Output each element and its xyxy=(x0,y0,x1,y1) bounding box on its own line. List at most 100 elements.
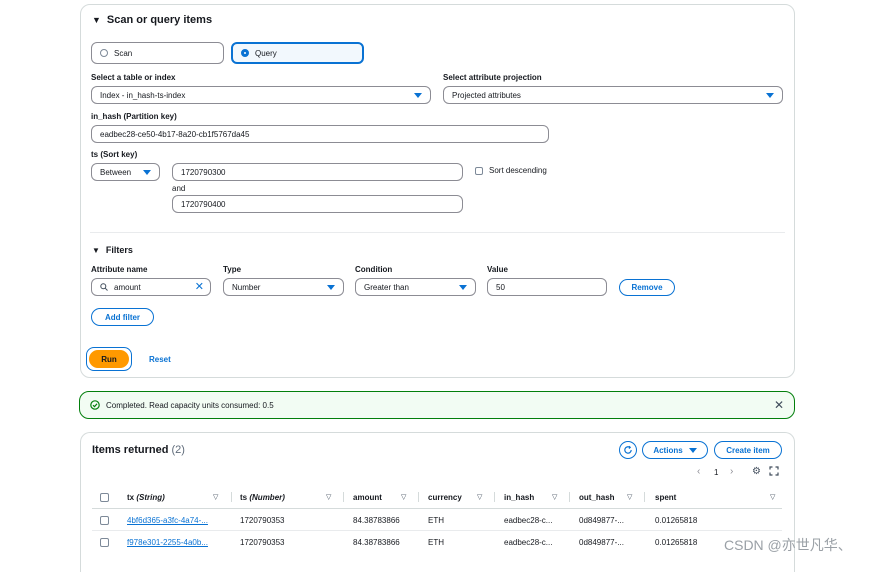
clear-icon[interactable]: ✕ xyxy=(195,282,204,293)
table-cell-out-hash: 0d849877-... xyxy=(579,538,624,547)
table-select-label: Select a table or index xyxy=(91,73,176,82)
fullscreen-icon[interactable] xyxy=(769,466,779,476)
table-select-value: Index - in_hash-ts-index xyxy=(100,90,186,100)
table-cell-tx[interactable]: f978e301-2255-4a0b... xyxy=(127,538,208,547)
column-separator[interactable] xyxy=(644,492,645,502)
next-page-icon[interactable]: › xyxy=(730,466,733,477)
actions-label: Actions xyxy=(653,445,683,455)
sort-descending-label: Sort descending xyxy=(489,166,547,175)
sort-descending-checkbox[interactable] xyxy=(475,166,483,175)
sort-icon[interactable]: ▽ xyxy=(326,493,331,501)
results-title: Items returned xyxy=(92,444,169,456)
filter-condition-label: Condition xyxy=(355,265,393,274)
sort-icon[interactable]: ▽ xyxy=(770,493,775,501)
query-mode-tile[interactable]: Query xyxy=(231,42,364,64)
column-header-ts[interactable]: ts (Number) xyxy=(240,493,285,502)
column-separator[interactable] xyxy=(494,492,495,502)
column-separator[interactable] xyxy=(343,492,344,502)
column-header-amount[interactable]: amount xyxy=(353,493,382,502)
row-checkbox[interactable] xyxy=(100,538,109,547)
current-page[interactable]: 1 xyxy=(714,468,718,477)
table-cell-amount: 84.38783866 xyxy=(353,516,400,525)
sort-icon[interactable]: ▽ xyxy=(401,493,406,501)
sort-descending-option[interactable]: Sort descending xyxy=(475,166,547,175)
column-header-currency[interactable]: currency xyxy=(428,493,462,502)
row-checkbox[interactable] xyxy=(100,516,109,525)
filter-type-value: Number xyxy=(232,282,261,292)
column-header-tx[interactable]: tx (String) xyxy=(127,493,165,502)
filter-type-label: Type xyxy=(223,265,242,274)
table-header-divider xyxy=(92,508,782,509)
search-icon xyxy=(100,283,108,291)
sort-to-value: 1720790400 xyxy=(181,199,226,209)
sort-to-input[interactable]: 1720790400 xyxy=(172,195,463,213)
partition-key-input[interactable]: eadbec28-ce50-4b17-8a20-cb1f5767da45 xyxy=(91,125,549,143)
filter-value-input[interactable]: 50 xyxy=(487,278,607,296)
caret-down-icon xyxy=(143,170,151,175)
results-header: Items returned (2) xyxy=(92,444,185,456)
scan-mode-tile[interactable]: Scan xyxy=(91,42,224,64)
refresh-icon xyxy=(623,445,633,455)
filters-title: Filters xyxy=(105,245,133,255)
reset-link[interactable]: Reset xyxy=(149,355,171,364)
query-label: Query xyxy=(255,48,277,58)
success-check-icon xyxy=(90,400,100,410)
watermark: CSDN @亦世凡华、 xyxy=(724,537,852,553)
sort-from-input[interactable]: 1720790300 xyxy=(172,163,463,181)
query-section-header[interactable]: ▼ Scan or query items xyxy=(92,14,212,26)
caret-down-icon: ▼ xyxy=(92,15,101,25)
sort-icon[interactable]: ▽ xyxy=(477,493,482,501)
table-cell-tx[interactable]: 4bf6d365-a3fc-4a74-... xyxy=(127,516,208,525)
actions-button[interactable]: Actions xyxy=(642,441,708,459)
table-cell-currency: ETH xyxy=(428,538,444,547)
prev-page-icon[interactable]: ‹ xyxy=(697,466,700,477)
caret-down-icon xyxy=(414,93,422,98)
close-icon[interactable]: ✕ xyxy=(774,398,784,412)
sort-operator-value: Between xyxy=(100,167,132,177)
refresh-button[interactable] xyxy=(619,441,637,459)
results-count: (2) xyxy=(171,444,185,456)
filter-attribute-input[interactable]: amount ✕ xyxy=(91,278,211,296)
scan-radio[interactable] xyxy=(100,49,108,57)
partition-key-value: eadbec28-ce50-4b17-8a20-cb1f5767da45 xyxy=(100,129,250,139)
success-message: Completed. Read capacity units consumed:… xyxy=(106,400,274,410)
filter-condition-value: Greater than xyxy=(364,282,409,292)
sort-icon[interactable]: ▽ xyxy=(213,493,218,501)
sort-icon[interactable]: ▽ xyxy=(552,493,557,501)
column-separator[interactable] xyxy=(569,492,570,502)
sort-icon[interactable]: ▽ xyxy=(627,493,632,501)
add-filter-button[interactable]: Add filter xyxy=(91,308,154,326)
column-header-out-hash[interactable]: out_hash xyxy=(579,493,615,502)
table-cell-spent: 0.01265818 xyxy=(655,516,698,525)
run-button[interactable]: Run xyxy=(89,350,129,368)
column-header-in-hash[interactable]: in_hash xyxy=(504,493,534,502)
table-cell-in-hash: eadbec28-c... xyxy=(504,516,553,525)
table-select[interactable]: Index - in_hash-ts-index xyxy=(91,86,431,104)
table-cell-currency: ETH xyxy=(428,516,444,525)
remove-filter-button[interactable]: Remove xyxy=(619,279,675,296)
column-separator[interactable] xyxy=(231,492,232,502)
partition-key-label: in_hash (Partition key) xyxy=(91,112,177,121)
column-separator[interactable] xyxy=(418,492,419,502)
projection-select-label: Select attribute projection xyxy=(443,73,542,82)
column-header-spent[interactable]: spent xyxy=(655,493,676,502)
query-radio[interactable] xyxy=(241,49,249,57)
caret-down-icon xyxy=(327,285,335,290)
query-section-title: Scan or query items xyxy=(106,14,213,26)
sort-key-label: ts (Sort key) xyxy=(91,150,138,159)
filter-condition-select[interactable]: Greater than xyxy=(355,278,476,296)
table-cell-amount: 84.38783866 xyxy=(353,538,400,547)
select-all-checkbox[interactable] xyxy=(100,493,109,502)
caret-down-icon xyxy=(459,285,467,290)
settings-gear-icon[interactable]: ⚙ xyxy=(752,466,761,477)
sort-from-value: 1720790300 xyxy=(181,167,226,177)
create-item-button[interactable]: Create item xyxy=(714,441,782,459)
caret-down-icon xyxy=(688,447,697,453)
filter-attribute-label: Attribute name xyxy=(91,265,148,274)
filter-type-select[interactable]: Number xyxy=(223,278,344,296)
projection-select[interactable]: Projected attributes xyxy=(443,86,783,104)
table-cell-ts: 1720790353 xyxy=(240,516,285,525)
filters-section-header[interactable]: ▼ Filters xyxy=(92,245,133,255)
scan-label: Scan xyxy=(114,48,133,58)
sort-operator-select[interactable]: Between xyxy=(91,163,160,181)
